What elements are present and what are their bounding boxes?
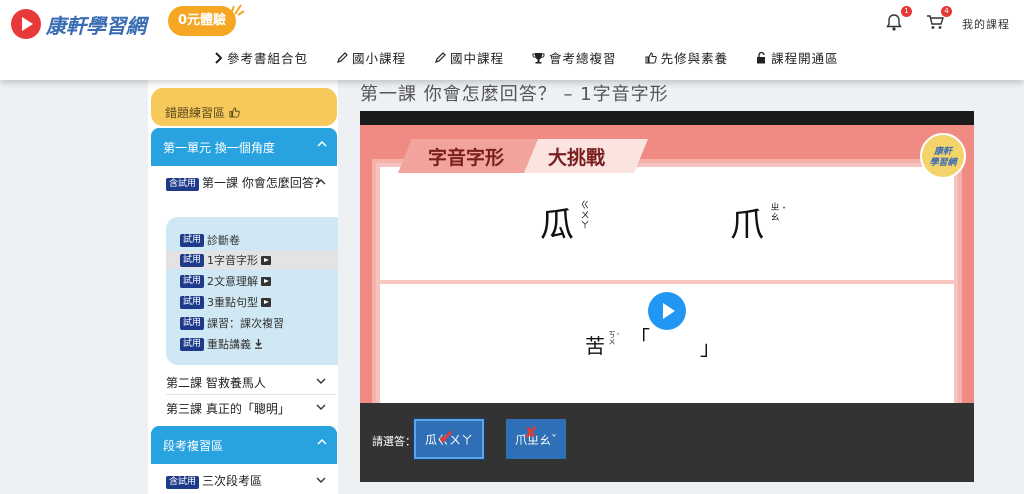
- trophy-icon: [532, 52, 545, 63]
- lesson3-item[interactable]: 第三課 真正的「聰明」: [166, 400, 290, 417]
- banner-title: 字音字形: [428, 146, 504, 169]
- cross-icon: ✘: [524, 423, 538, 442]
- brand-watermark: 康軒 學習網: [920, 133, 966, 179]
- sub-item-key-sentences[interactable]: 試用 3重點句型: [180, 293, 272, 311]
- bell-icon: [886, 14, 902, 31]
- sparkle-icon: [230, 4, 244, 16]
- answer-char-1: 瓜: [540, 205, 574, 245]
- unit1-header[interactable]: 第一單元 換一個角度: [151, 128, 337, 166]
- main-nav: 參考書組合包 國小課程 國中課程 會考總複習 先修與素養 課程開通區: [214, 48, 867, 67]
- lesson2-item[interactable]: 第二課 智救養馬人: [166, 374, 266, 391]
- exam-review-header[interactable]: 段考複習區: [151, 426, 337, 464]
- check-icon: ✔: [438, 425, 455, 449]
- nav-item-preview-literacy[interactable]: 先修與素養: [645, 48, 729, 67]
- cart-icon: [927, 15, 944, 29]
- chevron-right-icon: [215, 51, 223, 64]
- cart-count-badge: 4: [941, 6, 952, 17]
- zhuyin-1b: ㄨ: [580, 211, 590, 221]
- site-header: 康軒學習網 0元體驗 1 4 我的課程 參考書組合包 國小課程 國中課程 會考總…: [0, 0, 1024, 80]
- question-zhuyin-c: ˇ: [616, 333, 620, 341]
- video-icon: [261, 276, 272, 286]
- chevron-down-icon: [316, 378, 326, 384]
- wrong-answer-practice-section[interactable]: 錯題練習區: [151, 88, 337, 126]
- play-logo-icon: [11, 9, 41, 39]
- sub-item-handout[interactable]: 試用 重點講義: [180, 335, 263, 353]
- download-icon: [255, 339, 263, 349]
- nav-item-course-activation[interactable]: 課程開通區: [756, 48, 839, 67]
- notification-count-badge: 1: [901, 6, 912, 17]
- video-player[interactable]: 瓜 ㄍ ㄨ ㄚ 爪 ㄓ ㄠ ˇ 苦 ㄎ ㄨ ˇ 「 」 字音字形 大挑戰 康軒 …: [360, 111, 974, 482]
- video-icon: [261, 297, 272, 307]
- notification-button[interactable]: 1: [886, 6, 912, 34]
- sub-item-lesson-review[interactable]: 試用 課習：課次複習: [180, 314, 284, 332]
- answer-prompt: 請選答：: [372, 435, 416, 448]
- question-char: 苦: [585, 334, 605, 358]
- challenge-banner: 字音字形 大挑戰: [398, 139, 648, 173]
- free-trial-button[interactable]: 0元體驗: [168, 6, 236, 36]
- page-title: 第一課 你會怎麼回答？ – 1字音字形: [360, 84, 669, 105]
- divider: [380, 280, 954, 284]
- nav-item-elementary[interactable]: 國小課程: [336, 48, 406, 67]
- chevron-up-icon: [317, 438, 327, 445]
- my-courses-link[interactable]: 我的課程: [962, 16, 1010, 32]
- answer-option-2[interactable]: 爪ㄓㄠˇ ✘: [506, 419, 566, 459]
- divider: [166, 394, 336, 395]
- trial-included-tag: 含試用: [166, 178, 200, 191]
- answer-bar: 請選答： 瓜ㄍㄨㄚ ✔ 爪ㄓㄠˇ ✘: [360, 403, 974, 482]
- lesson1-subitems: 試用 診斷卷 試用 1字音字形 試用 2文意理解 試用 3重點句型 試用 課習：課次複習 …: [166, 217, 338, 365]
- chevron-down-icon: [316, 477, 326, 483]
- chevron-up-icon: [317, 140, 327, 147]
- nav-item-exam-review[interactable]: 會考總複習: [532, 48, 617, 67]
- thumbs-up-icon: [645, 51, 657, 63]
- site-logo[interactable]: 康軒學習網: [11, 9, 146, 39]
- play-button[interactable]: [648, 292, 686, 330]
- nav-item-junior-high[interactable]: 國中課程: [434, 48, 504, 67]
- answer-char-2: 爪: [730, 205, 764, 245]
- zhuyin-1c: ㄚ: [580, 221, 590, 231]
- zhuyin-2c: ˇ: [781, 207, 787, 217]
- cart-button[interactable]: 4: [926, 6, 952, 34]
- quiz-board: 瓜 ㄍ ㄨ ㄚ 爪 ㄓ ㄠ ˇ 苦 ㄎ ㄨ ˇ 「 」: [372, 159, 962, 403]
- pencil-icon: [435, 51, 446, 63]
- sub-item-pronunciation[interactable]: 試用 1字音字形: [166, 251, 338, 269]
- sub-item-comprehension[interactable]: 試用 2文意理解: [180, 272, 272, 290]
- chevron-down-icon: [316, 404, 326, 410]
- exam-item[interactable]: 含試用 三次段考區: [166, 472, 262, 489]
- course-sidebar: 錯題練習區 第一單元 換一個角度 含試用 第一課 你會怎麼回答？ 試用 診斷卷 試用…: [148, 80, 338, 494]
- sub-item-diagnostic[interactable]: 試用 診斷卷: [180, 231, 240, 249]
- thumbs-up-icon: [229, 107, 240, 118]
- brand-name: 康軒學習網: [46, 13, 146, 38]
- video-icon: [261, 255, 272, 265]
- bracket-open: 「: [630, 326, 650, 350]
- video-frame: 瓜 ㄍ ㄨ ㄚ 爪 ㄓ ㄠ ˇ 苦 ㄎ ㄨ ˇ 「 」 字音字形 大挑戰 康軒 …: [360, 125, 974, 403]
- zhuyin-1a: ㄍ: [580, 201, 590, 211]
- chevron-up-icon: [316, 179, 326, 185]
- answer-option-1[interactable]: 瓜ㄍㄨㄚ ✔: [414, 419, 484, 459]
- nav-item-bundles[interactable]: 參考書組合包: [214, 48, 308, 67]
- lesson1-item[interactable]: 含試用 第一課 你會怎麼回答？: [166, 174, 326, 193]
- banner-subtitle: 大挑戰: [548, 146, 605, 169]
- pencil-icon: [337, 51, 348, 63]
- unlock-icon: [757, 51, 766, 63]
- bracket-close: 」: [700, 336, 720, 360]
